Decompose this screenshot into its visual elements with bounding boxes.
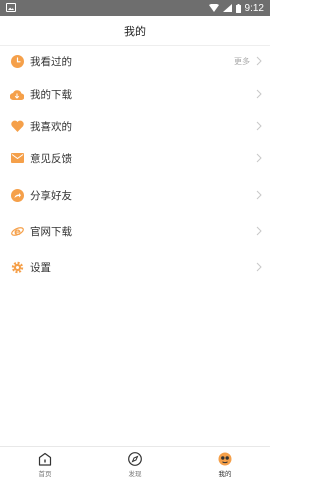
menu-item-official-download[interactable]: e 官网下载 [0,218,270,244]
home-icon [38,452,52,466]
menu-item-favorites[interactable]: 我喜欢的 [0,113,270,139]
chevron-right-icon [256,56,262,66]
menu-item-label: 意见反馈 [30,152,72,165]
status-icons: 9:12 [208,0,264,16]
tab-profile[interactable]: 我的 [180,447,270,480]
tab-label: 发现 [128,470,142,478]
menu-item-feedback[interactable]: 意见反馈 [0,145,270,171]
ie-browser-icon: e [10,224,24,238]
status-time: 9:12 [244,2,264,14]
chevron-right-icon [256,262,262,272]
menu-item-label: 我喜欢的 [30,120,72,133]
status-bar: 9:12 [0,0,270,16]
compass-icon [128,452,142,466]
wifi-icon [208,4,219,12]
chevron-right-icon [256,190,262,200]
profile-icon [218,452,232,466]
menu-item-label: 我的下载 [30,88,72,101]
cloud-download-icon [10,87,24,101]
menu-item-share[interactable]: 分享好友 [0,182,270,208]
mail-icon [10,151,24,165]
page-title: 我的 [124,24,146,38]
signal-icon [222,4,232,12]
svg-text:e: e [14,227,21,238]
tab-label: 我的 [218,470,232,478]
menu-item-label: 官网下载 [30,225,72,238]
chevron-right-icon [256,121,262,131]
menu-item-downloads[interactable]: 我的下载 [0,81,270,107]
battery-icon [235,3,241,13]
gear-icon [10,260,24,274]
chevron-right-icon [256,226,262,236]
tab-discover[interactable]: 发现 [90,447,180,480]
tab-label: 首页 [38,470,52,478]
chevron-right-icon [256,89,262,99]
chevron-right-icon [256,153,262,163]
page-header: 我的 [0,16,270,46]
menu-item-label: 分享好友 [30,189,72,202]
menu-item-label: 我看过的 [30,55,72,68]
share-icon [10,188,24,202]
tab-home[interactable]: 首页 [0,447,90,480]
clock-icon [10,54,24,68]
image-notification-icon [6,3,16,12]
heart-icon [10,119,24,133]
menu-item-settings[interactable]: 设置 [0,254,270,280]
menu-item-label: 设置 [30,261,51,274]
more-link[interactable]: 更多 [234,56,250,67]
bottom-nav: 首页 发现 我的 [0,446,270,480]
menu-item-history[interactable]: 我看过的 更多 [0,48,270,74]
